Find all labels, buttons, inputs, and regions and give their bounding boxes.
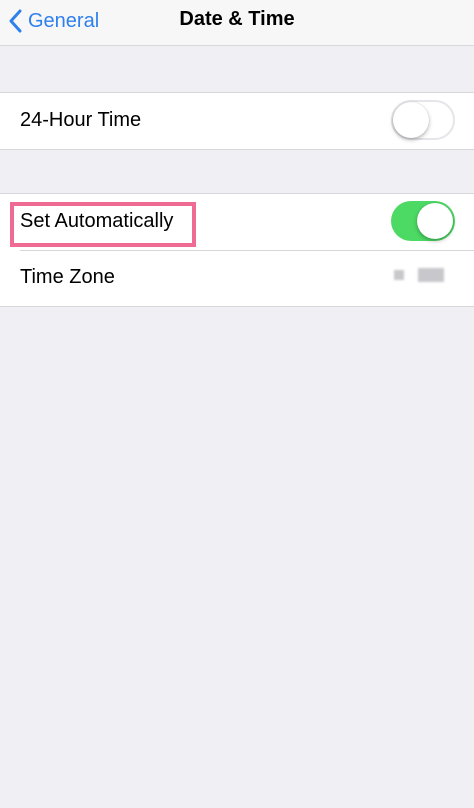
- page-title: Date & Time: [179, 8, 295, 30]
- row-24-hour-time: 24-Hour Time: [0, 93, 474, 149]
- toggle-24-hour-time[interactable]: [391, 100, 455, 140]
- navigation-bar: General Date & Time: [0, 0, 474, 46]
- toggle-set-automatically[interactable]: [391, 201, 455, 241]
- group-time-format: 24-Hour Time: [0, 92, 474, 150]
- row-label-24-hour-time: 24-Hour Time: [20, 109, 142, 131]
- toggle-knob: [393, 102, 429, 138]
- redaction-mark: [394, 270, 404, 280]
- toggle-knob: [417, 203, 453, 239]
- row-label-time-zone: Time Zone: [20, 266, 115, 288]
- redaction-mark: [418, 268, 444, 282]
- time-zone-value-redacted: [394, 268, 444, 282]
- highlight-box: [10, 202, 196, 247]
